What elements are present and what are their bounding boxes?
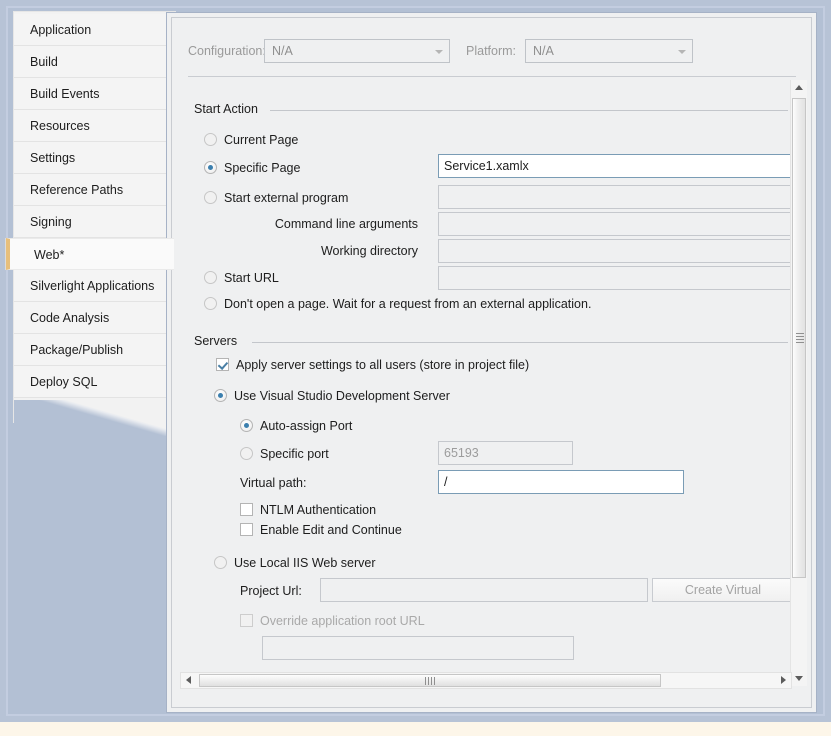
start-action-group-label: Start Action bbox=[194, 102, 266, 116]
configuration-value: N/A bbox=[272, 44, 293, 58]
override-app-root-url-input[interactable] bbox=[262, 636, 574, 660]
sidebar-item-label: Silverlight Applications bbox=[30, 279, 155, 293]
start-url-input[interactable] bbox=[438, 266, 794, 290]
ntlm-authentication-label: NTLM Authentication bbox=[260, 503, 377, 517]
sidebar-item-label: Deploy SQL bbox=[30, 375, 98, 389]
project-url-input[interactable] bbox=[320, 578, 648, 602]
sidebar-item-settings[interactable]: Settings bbox=[14, 142, 174, 174]
sidebar-item-deploy-sql[interactable]: Deploy SQL bbox=[14, 366, 174, 398]
configuration-dropdown[interactable]: N/A bbox=[264, 39, 450, 63]
chevron-down-icon bbox=[430, 41, 448, 61]
scrollbar-grip-icon bbox=[796, 333, 804, 343]
config-divider bbox=[188, 76, 796, 77]
create-virtual-directory-button[interactable]: Create Virtual bbox=[652, 578, 794, 602]
scroll-up-arrow-icon[interactable] bbox=[791, 80, 807, 96]
platform-value: N/A bbox=[533, 44, 554, 58]
platform-dropdown[interactable]: N/A bbox=[525, 39, 693, 63]
checkbox-icon bbox=[240, 614, 253, 627]
servers-group-label: Servers bbox=[194, 334, 246, 348]
window-bottom-strip bbox=[0, 722, 831, 736]
use-local-iis-label: Use Local IIS Web server bbox=[234, 556, 376, 570]
chevron-down-icon bbox=[673, 41, 691, 61]
content-panel-inner: Configuration: N/A Platform: N/A Start A… bbox=[171, 17, 812, 708]
settings-scroll-viewport: Start Action Current Page Specific Page … bbox=[188, 86, 796, 686]
sidebar-item-label: Code Analysis bbox=[30, 311, 110, 325]
sidebar-item-build[interactable]: Build bbox=[14, 46, 174, 78]
radio-dont-open-page-label: Don't open a page. Wait for a request fr… bbox=[224, 297, 592, 311]
sidebar-item-silverlight-applications[interactable]: Silverlight Applications bbox=[14, 270, 174, 302]
apply-server-settings-label: Apply server settings to all users (stor… bbox=[236, 358, 530, 372]
platform-label: Platform: bbox=[466, 44, 517, 58]
working-directory-input[interactable] bbox=[438, 239, 794, 263]
virtual-path-label: Virtual path: bbox=[240, 476, 307, 490]
radio-icon bbox=[204, 133, 217, 146]
radio-icon bbox=[240, 419, 253, 432]
vertical-scrollbar[interactable] bbox=[790, 80, 807, 686]
specific-page-input[interactable]: Service1.xamlx bbox=[438, 154, 794, 178]
scroll-left-arrow-icon[interactable] bbox=[181, 673, 197, 688]
project-url-label: Project Url: bbox=[240, 584, 302, 598]
checkbox-icon bbox=[240, 523, 253, 536]
sidebar-item-label: Application bbox=[30, 23, 92, 37]
sidebar-item-label: Signing bbox=[30, 215, 72, 229]
servers-group-header: Servers bbox=[194, 334, 788, 350]
radio-icon bbox=[204, 297, 217, 310]
radio-start-url-label: Start URL bbox=[224, 271, 279, 285]
radio-icon bbox=[204, 161, 217, 174]
specific-port-input[interactable]: 65193 bbox=[438, 441, 573, 465]
sidebar-item-code-analysis[interactable]: Code Analysis bbox=[14, 302, 174, 334]
sidebar-folded-corner bbox=[14, 400, 176, 436]
use-vs-dev-server-label: Use Visual Studio Development Server bbox=[234, 389, 450, 403]
horizontal-scrollbar[interactable] bbox=[180, 672, 792, 689]
scroll-down-arrow-icon[interactable] bbox=[791, 670, 807, 686]
virtual-path-input[interactable]: / bbox=[438, 470, 684, 494]
configuration-label: Configuration: bbox=[188, 44, 266, 58]
sidebar-item-build-events[interactable]: Build Events bbox=[14, 78, 174, 110]
start-action-group-header: Start Action bbox=[194, 102, 788, 118]
radio-icon bbox=[240, 447, 253, 460]
sidebar-tablist: Application Build Build Events Resources… bbox=[6, 14, 174, 398]
radio-icon bbox=[214, 389, 227, 402]
vertical-scrollbar-thumb[interactable] bbox=[792, 98, 806, 578]
radio-icon bbox=[214, 556, 227, 569]
radio-icon bbox=[204, 191, 217, 204]
start-external-program-input[interactable] bbox=[438, 185, 794, 209]
sidebar-item-resources[interactable]: Resources bbox=[14, 110, 174, 142]
configuration-bar: Configuration: N/A Platform: N/A bbox=[188, 38, 798, 66]
radio-icon bbox=[204, 271, 217, 284]
radio-current-page-label: Current Page bbox=[224, 133, 299, 147]
sidebar-item-application[interactable]: Application bbox=[14, 14, 174, 46]
group-rule bbox=[270, 110, 788, 111]
working-directory-label: Working directory bbox=[320, 244, 418, 258]
sidebar-item-label: Package/Publish bbox=[30, 343, 124, 357]
horizontal-scrollbar-thumb[interactable] bbox=[199, 674, 661, 687]
radio-start-external-program-label: Start external program bbox=[224, 191, 349, 205]
sidebar-item-label: Web* bbox=[34, 248, 65, 262]
sidebar-item-label: Reference Paths bbox=[30, 183, 124, 197]
sidebar-item-label: Build bbox=[30, 55, 58, 69]
sidebar-item-package-publish[interactable]: Package/Publish bbox=[14, 334, 174, 366]
group-rule bbox=[252, 342, 788, 343]
sidebar-item-label: Resources bbox=[30, 119, 90, 133]
enable-edit-continue-label: Enable Edit and Continue bbox=[260, 523, 402, 537]
sidebar-item-label: Settings bbox=[30, 151, 76, 165]
override-app-root-url-label: Override application root URL bbox=[260, 614, 425, 628]
scroll-right-arrow-icon[interactable] bbox=[775, 673, 791, 688]
sidebar-item-web[interactable]: Web* bbox=[6, 238, 174, 270]
radio-specific-page-label: Specific Page bbox=[224, 161, 301, 175]
sidebar-item-label: Build Events bbox=[30, 87, 100, 101]
command-line-arguments-input[interactable] bbox=[438, 212, 794, 236]
content-panel: Configuration: N/A Platform: N/A Start A… bbox=[166, 12, 817, 713]
specific-port-label: Specific port bbox=[260, 447, 329, 461]
scrollbar-grip-icon bbox=[425, 677, 435, 685]
project-properties-window: Application Build Build Events Resources… bbox=[0, 0, 831, 736]
auto-assign-port-label: Auto-assign Port bbox=[260, 419, 353, 433]
command-line-arguments-label: Command line arguments bbox=[274, 217, 418, 231]
sidebar-item-signing[interactable]: Signing bbox=[14, 206, 174, 238]
checkbox-icon bbox=[216, 358, 229, 371]
sidebar-item-reference-paths[interactable]: Reference Paths bbox=[14, 174, 174, 206]
checkbox-icon bbox=[240, 503, 253, 516]
